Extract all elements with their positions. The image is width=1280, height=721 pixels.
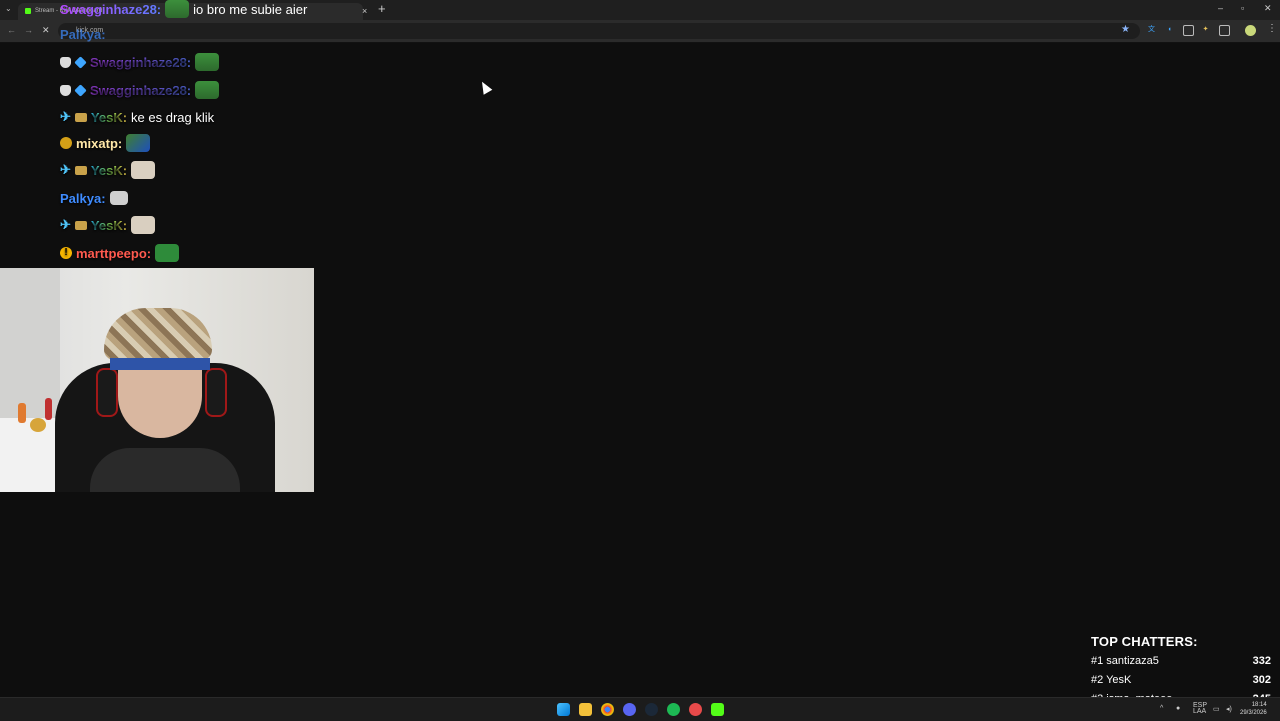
chat-username: Swagginhaze28:	[60, 1, 162, 17]
top-chatter-row: #1 santizaza5 332	[1091, 651, 1271, 668]
volume-icon[interactable]: ◂)	[1226, 705, 1232, 713]
tab-search-icon[interactable]: ⌄	[5, 4, 12, 13]
chat-username: marttpeepo:	[76, 245, 152, 261]
language-indicator[interactable]: ESP LAA	[1193, 702, 1207, 715]
chat-top-message: Swagginhaze28: io bro me subie aier	[60, 0, 307, 18]
bookmark-star-icon[interactable]: ★	[1121, 24, 1130, 35]
forward-arrow-icon[interactable]: →	[24, 25, 33, 35]
omnibox[interactable]: kick.com ★	[58, 23, 1140, 39]
chat-line: mixatp:	[60, 132, 151, 154]
steam-icon[interactable]	[645, 703, 658, 716]
chat-message-text: io bro me subie aier	[193, 1, 308, 17]
pepe-emote-icon	[165, 0, 190, 18]
pepe-emote-icon	[195, 81, 220, 99]
gem-badge-icon	[74, 83, 87, 97]
restore-button[interactable]: ▫	[1241, 3, 1244, 13]
chat-username: YesK:	[90, 162, 128, 178]
chat-line: ✈ YesK: ke es drag klik	[60, 106, 214, 128]
pin-badge-icon: ✈	[60, 217, 71, 232]
recording-app-icon[interactable]	[689, 703, 702, 716]
frog-emote-icon	[126, 134, 151, 152]
windows-start-icon[interactable]	[557, 703, 570, 716]
star-extension-icon[interactable]: ✦	[1201, 25, 1210, 34]
chat-line: ! marttpeepo:	[60, 242, 180, 264]
tray-chevron-icon[interactable]: ^	[1160, 705, 1163, 712]
top-chatters-panel: TOP CHATTERS: #1 santizaza5 332 #2 YesK …	[1091, 634, 1271, 706]
screenshot-extension-icon[interactable]	[1183, 25, 1194, 36]
pin-badge-icon: ✈	[60, 162, 71, 177]
kick-app-icon[interactable]	[711, 703, 724, 716]
pepe-emote-icon	[195, 53, 220, 71]
address-bar-row: ← → ✕ kick.com ★	[0, 20, 1280, 43]
windows-taskbar: ^ ● ESP LAA ▭ ◂) 18:14 29/3/2026	[0, 697, 1280, 721]
webcam-feed	[0, 268, 314, 492]
clock-date: 29/3/2026	[1240, 710, 1267, 716]
alert-badge-icon: !	[60, 247, 72, 259]
top-chatters-title: TOP CHATTERS:	[1091, 634, 1198, 649]
browser-menu-icon[interactable]: ⋮	[1267, 23, 1277, 34]
gem-badge-icon	[74, 55, 87, 69]
minimize-button[interactable]: –	[1218, 3, 1223, 13]
discord-icon[interactable]	[623, 703, 636, 716]
microphone-icon[interactable]: ●	[1176, 705, 1180, 712]
cat-emote-icon	[131, 161, 156, 179]
chat-username: mixatp:	[76, 135, 123, 151]
back-arrow-icon[interactable]: ←	[7, 25, 16, 35]
subscriber-badge-icon	[74, 112, 87, 122]
chatter-rank-name: #1 santizaza5	[1091, 655, 1159, 667]
gold-badge-icon	[60, 137, 72, 149]
language-layout: LAA	[1193, 708, 1207, 715]
chat-username: Swagginhaze28:	[90, 82, 192, 98]
chat-username: Palkya:	[60, 190, 106, 206]
chatter-score: 332	[1252, 655, 1271, 667]
cat-emote-icon	[131, 216, 156, 234]
pin-badge-icon: ✈	[60, 109, 71, 124]
moderator-badge-icon	[60, 56, 71, 68]
green-emote-icon	[155, 244, 180, 262]
chat-line: ✈ YesK:	[60, 214, 156, 236]
chat-line: ✈ YesK:	[60, 159, 156, 181]
chat-username: Palkya:	[60, 27, 106, 42]
close-tab-icon[interactable]: ×	[362, 6, 367, 16]
chat-username: Swagginhaze28:	[90, 54, 192, 70]
system-clock[interactable]: 18:14 29/3/2026	[1240, 701, 1267, 717]
network-icon[interactable]: ▭	[1213, 705, 1220, 713]
kick-favicon-icon	[25, 8, 31, 14]
clock-time: 18:14	[1251, 702, 1267, 708]
subscriber-badge-icon	[74, 165, 87, 175]
audio-extension-icon[interactable]: ◖	[1165, 25, 1174, 34]
translate-extension-icon[interactable]: 文	[1147, 25, 1156, 34]
chat-username: YesK:	[90, 109, 128, 125]
close-window-button[interactable]: ✕	[1264, 3, 1272, 14]
spotify-icon[interactable]	[667, 703, 680, 716]
moderator-badge-icon	[60, 84, 71, 96]
stop-loading-icon[interactable]: ✕	[42, 25, 50, 36]
chrome-icon[interactable]	[601, 703, 614, 716]
cat-emote-icon	[109, 191, 128, 205]
chat-message-text: ke es drag klik	[131, 109, 215, 125]
chatter-score: 302	[1252, 674, 1271, 686]
chat-line: Swagginhaze28:	[60, 79, 220, 101]
chat-line: Swagginhaze28:	[60, 51, 220, 73]
extensions-puzzle-icon[interactable]	[1219, 25, 1230, 36]
chat-line: Palkya:	[60, 187, 128, 209]
subscriber-badge-icon	[74, 220, 87, 230]
profile-avatar-icon[interactable]	[1245, 25, 1256, 36]
chat-username: YesK:	[90, 217, 128, 233]
chat-partial-line: Palkya:	[60, 27, 106, 42]
chatter-rank-name: #2 YesK	[1091, 674, 1132, 686]
mouse-cursor-icon	[477, 79, 493, 95]
top-chatter-row: #2 YesK 302	[1091, 670, 1271, 687]
file-explorer-icon[interactable]	[579, 703, 592, 716]
new-tab-button[interactable]: +	[378, 1, 386, 16]
